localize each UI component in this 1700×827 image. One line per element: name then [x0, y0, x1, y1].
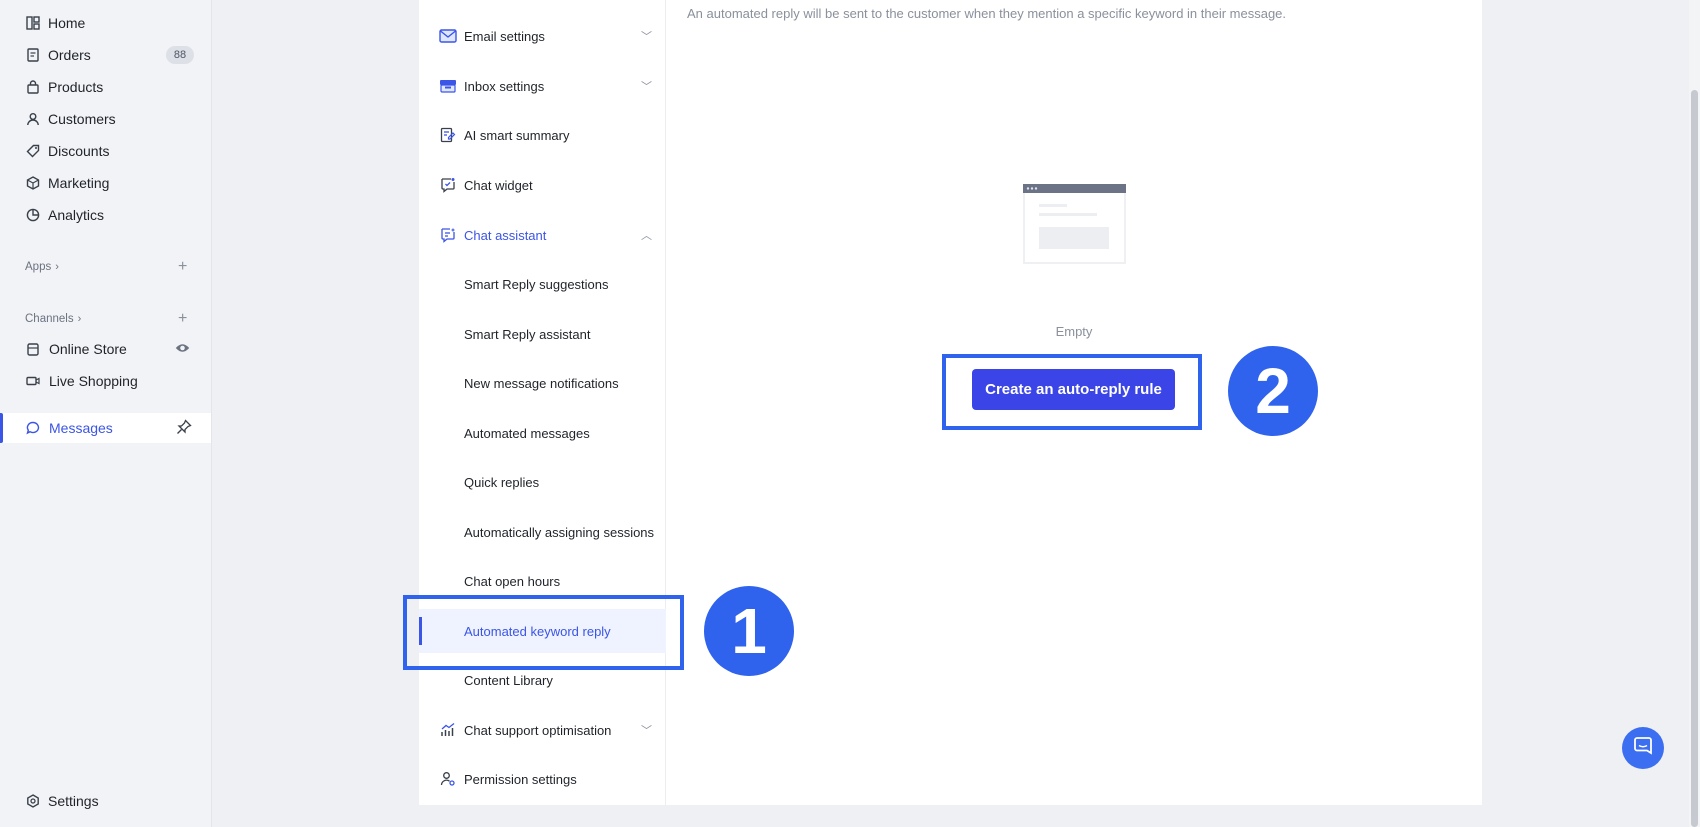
menu-item-label: Automated messages — [464, 425, 590, 441]
step-1-highlight — [403, 595, 684, 670]
menu-item-automatically-assigning-sessions[interactable]: Automatically assigning sessions — [419, 510, 666, 554]
add-channel-icon[interactable]: + — [178, 310, 187, 328]
sidebar-item-label: Home — [48, 15, 86, 31]
menu-item-quick-replies[interactable]: Quick replies — [419, 460, 666, 504]
step-2-badge: 2 — [1228, 346, 1318, 436]
menu-item-label: Smart Reply suggestions — [464, 276, 609, 292]
menu-item-permission-settings[interactable]: Permission settings — [419, 757, 666, 801]
sidebar-item-messages[interactable]: Messages — [0, 413, 211, 443]
menu-item-chat-support-optimisation[interactable]: Chat support optimisation ﹀ — [419, 708, 666, 752]
menu-item-chat-assistant[interactable]: Chat assistant ︿ — [419, 213, 666, 257]
menu-item-label: Content Library — [464, 672, 553, 688]
chat-bubble-icon — [25, 420, 41, 436]
chevron-right-icon: › — [55, 261, 59, 273]
settings-icon — [25, 793, 41, 809]
sidebar-item-label: Customers — [48, 111, 116, 127]
pin-icon[interactable] — [176, 418, 192, 438]
inbox-icon — [439, 77, 457, 95]
cube-icon — [25, 175, 41, 191]
menu-item-chat-widget[interactable]: Chat widget — [419, 163, 666, 207]
menu-item-label: Email settings — [464, 28, 545, 44]
email-icon — [439, 27, 457, 45]
chevron-down-icon: ﹀ — [641, 81, 652, 93]
chevron-right-icon: › — [77, 313, 82, 325]
active-indicator — [0, 413, 3, 443]
eye-icon[interactable] — [175, 341, 190, 357]
menu-item-label: AI smart summary — [464, 127, 570, 143]
pie-icon — [25, 207, 41, 223]
sidebar: Home Orders 88 Products Customers Discou… — [0, 0, 212, 827]
add-app-icon[interactable]: + — [178, 258, 187, 276]
home-icon — [25, 15, 41, 31]
menu-item-new-message-notifications[interactable]: New message notifications — [419, 361, 666, 405]
scrollbar-thumb[interactable] — [1691, 90, 1698, 827]
sidebar-item-live-shopping[interactable]: Live Shopping — [0, 366, 211, 396]
sidebar-item-home[interactable]: Home — [0, 8, 211, 38]
sidebar-item-orders[interactable]: Orders 88 — [0, 40, 211, 70]
sidebar-item-label: Analytics — [48, 207, 105, 223]
menu-item-label: Smart Reply assistant — [464, 326, 591, 342]
menu-item-label: Chat assistant — [464, 227, 547, 243]
sidebar-item-label: Marketing — [48, 175, 110, 191]
sidebar-item-label: Live Shopping — [49, 373, 138, 389]
sidebar-item-label: Products — [48, 79, 104, 95]
page-description: An automated reply will be sent to the c… — [687, 6, 1287, 21]
bag-icon — [25, 79, 41, 95]
menu-item-label: Chat open hours — [464, 573, 561, 589]
menu-item-label: Chat support optimisation — [464, 722, 612, 738]
chevron-down-icon: ﹀ — [641, 725, 652, 737]
empty-state-illustration — [1023, 184, 1126, 264]
menu-item-automated-messages[interactable]: Automated messages — [419, 411, 666, 455]
sidebar-item-settings[interactable]: Settings — [0, 786, 211, 816]
video-icon — [25, 373, 41, 389]
menu-item-smart-reply-assistant[interactable]: Smart Reply assistant — [419, 312, 666, 356]
apps-label: Apps — [25, 261, 52, 273]
sidebar-item-customers[interactable]: Customers — [0, 104, 211, 134]
apps-section-toggle[interactable]: Apps › — [25, 261, 59, 273]
bar-chart-icon — [439, 721, 457, 739]
menu-item-label: Automatically assigning sessions — [464, 524, 655, 540]
ai-summary-icon — [439, 126, 457, 144]
sidebar-item-discounts[interactable]: Discounts — [0, 136, 211, 166]
menu-item-label: Quick replies — [464, 474, 540, 490]
sidebar-item-online-store[interactable]: Online Store — [0, 334, 211, 364]
user-icon — [25, 111, 41, 127]
step-2-highlight — [942, 354, 1202, 430]
chat-widget-icon — [439, 176, 457, 194]
settings-menu: Email settings ﹀ Inbox settings ﹀ AI sma… — [419, 0, 666, 805]
menu-item-label: New message notifications — [464, 375, 619, 391]
sidebar-item-products[interactable]: Products — [0, 72, 211, 102]
sidebar-item-label: Orders — [48, 47, 91, 63]
orders-count-badge: 88 — [166, 46, 194, 64]
empty-state-text: Empty — [1055, 324, 1093, 339]
sidebar-item-label: Messages — [49, 420, 113, 436]
menu-item-email-settings[interactable]: Email settings ﹀ — [419, 14, 666, 58]
sidebar-item-marketing[interactable]: Marketing — [0, 168, 211, 198]
store-icon — [25, 341, 41, 357]
channels-label: Channels — [25, 313, 74, 325]
menu-item-label: Inbox settings — [464, 78, 545, 94]
sidebar-item-analytics[interactable]: Analytics — [0, 200, 211, 230]
channels-section-toggle[interactable]: Channels › — [25, 313, 81, 325]
chat-icon — [1633, 736, 1653, 761]
menu-item-label: Chat widget — [464, 177, 533, 193]
chat-launcher-button[interactable] — [1622, 727, 1664, 769]
user-settings-icon — [439, 770, 457, 788]
sidebar-item-label: Online Store — [49, 341, 127, 357]
menu-item-inbox-settings[interactable]: Inbox settings ﹀ — [419, 64, 666, 108]
menu-item-label: Permission settings — [464, 771, 577, 787]
orders-icon — [25, 47, 41, 63]
step-1-badge: 1 — [704, 586, 794, 676]
chat-assistant-icon — [439, 226, 457, 244]
menu-item-smart-reply-suggestions[interactable]: Smart Reply suggestions — [419, 262, 666, 306]
tag-icon — [25, 143, 41, 159]
sidebar-item-label: Discounts — [48, 143, 110, 159]
chevron-down-icon: ﹀ — [641, 31, 652, 43]
sidebar-item-label: Settings — [48, 793, 99, 809]
chevron-up-icon: ︿ — [641, 230, 652, 242]
menu-item-ai-smart-summary[interactable]: AI smart summary — [419, 113, 666, 157]
